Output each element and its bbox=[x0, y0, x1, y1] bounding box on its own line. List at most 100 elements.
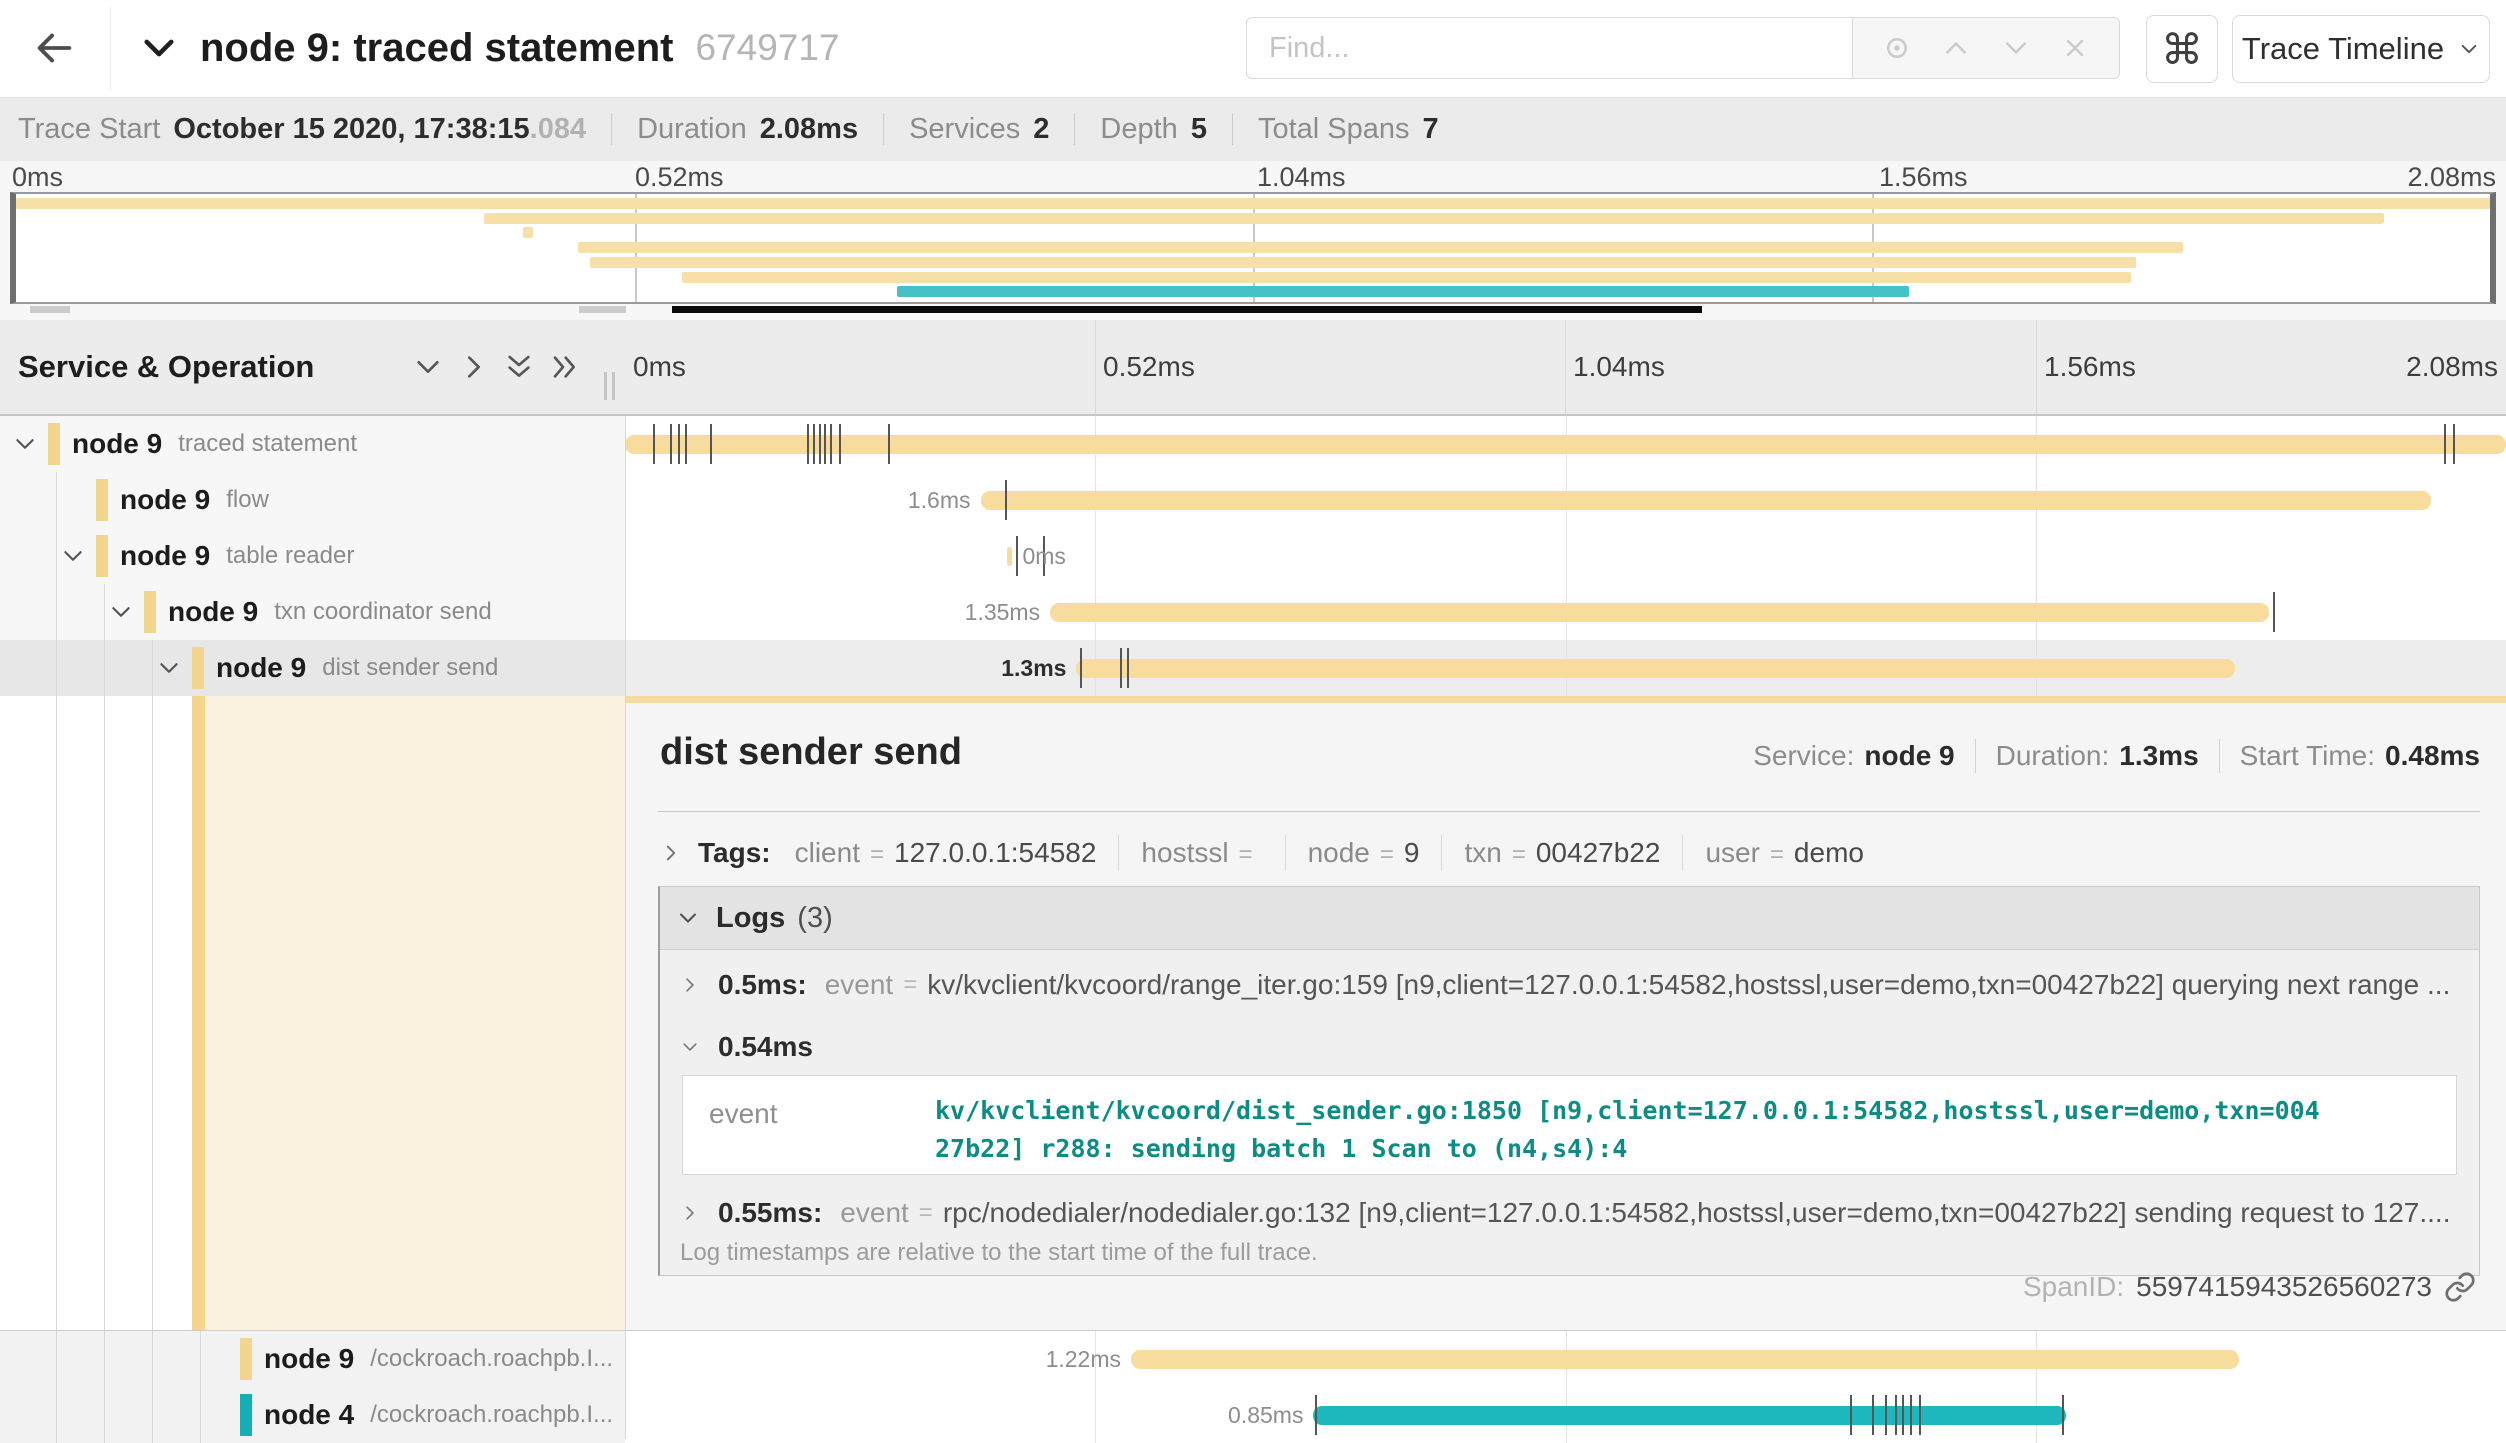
span-row[interactable]: node 9 dist sender send 1.3ms bbox=[0, 640, 2506, 696]
span-duration-bar[interactable] bbox=[1131, 1350, 2239, 1369]
locate-icon[interactable] bbox=[1882, 33, 1912, 63]
span-tree-cell[interactable]: node 9 traced statement bbox=[0, 416, 625, 472]
log-expand-chevron-icon[interactable] bbox=[680, 1203, 700, 1223]
minimap-span-bar bbox=[523, 227, 533, 238]
minimap-scrubber-stub[interactable] bbox=[30, 306, 70, 313]
span-tree-cell[interactable]: node 9 table reader bbox=[0, 528, 625, 584]
span-bar-cell[interactable] bbox=[625, 416, 2506, 472]
gridline bbox=[1095, 320, 1096, 414]
expand-one-icon[interactable] bbox=[458, 351, 490, 383]
log-marker-tick bbox=[807, 424, 809, 464]
keyboard-shortcuts-button[interactable]: ⌘ bbox=[2146, 15, 2218, 83]
indent-guide bbox=[56, 528, 57, 584]
back-button[interactable] bbox=[16, 14, 92, 82]
log-entry[interactable]: 0.55ms: event = rpc/nodedialer/nodediale… bbox=[680, 1187, 2459, 1239]
span-duration-label: 1.22ms bbox=[1046, 1331, 1121, 1387]
span-operation-name: /cockroach.roachpb.I... bbox=[370, 1345, 613, 1373]
span-row[interactable]: node 9 traced statement bbox=[0, 416, 2506, 472]
span-color-strip bbox=[192, 696, 205, 1330]
log-entry[interactable]: 0.5ms: event = kv/kvclient/kvcoord/range… bbox=[680, 959, 2459, 1011]
minimap-tick-label: 0.52ms bbox=[635, 162, 724, 193]
log-marker-tick bbox=[1919, 1395, 1921, 1435]
gridline bbox=[1095, 528, 1096, 584]
span-duration-bar[interactable] bbox=[625, 435, 2506, 454]
log-marker-tick bbox=[1315, 1395, 1317, 1435]
column-divider[interactable] bbox=[625, 320, 626, 1439]
log-expand-chevron-icon[interactable] bbox=[680, 975, 700, 995]
detail-highlight-column bbox=[205, 696, 625, 1330]
find-input[interactable] bbox=[1246, 17, 1897, 79]
span-bar-cell[interactable]: 0ms bbox=[625, 528, 2506, 584]
span-duration-bar[interactable] bbox=[981, 491, 2431, 510]
span-tree-cell[interactable]: node 9 flow bbox=[0, 472, 625, 528]
collapse-one-icon[interactable] bbox=[412, 351, 444, 383]
expand-all-icon[interactable] bbox=[549, 351, 581, 383]
span-id-value: 5597415943526560273 bbox=[2136, 1271, 2432, 1303]
log-marker-tick bbox=[1080, 648, 1082, 688]
span-tree-cell[interactable]: node 4 /cockroach.roachpb.I... bbox=[0, 1387, 625, 1443]
next-match-icon[interactable] bbox=[2001, 33, 2031, 63]
indent-guide bbox=[152, 640, 153, 696]
minimap-scrubber-stub[interactable] bbox=[579, 306, 627, 313]
span-color-strip bbox=[192, 647, 204, 689]
log-field-value: kv/kvclient/kvcoord/dist_sender.go:1850 … bbox=[935, 1076, 2331, 1174]
indent-guide bbox=[104, 696, 105, 1330]
span-row[interactable]: node 4 /cockroach.roachpb.I... 0.85ms bbox=[0, 1387, 2506, 1443]
span-tree-cell[interactable]: node 9 txn coordinator send bbox=[0, 584, 625, 640]
minimap-span-bar bbox=[590, 257, 2136, 268]
logs-header[interactable]: Logs (3) bbox=[660, 887, 2479, 950]
minimap-span-bar bbox=[578, 242, 2184, 253]
collapse-all-icon[interactable] bbox=[503, 351, 535, 383]
tags-row[interactable]: Tags: client=127.0.0.1:54582 hostssl= no… bbox=[660, 825, 1864, 881]
span-bar-cell[interactable]: 0.85ms bbox=[625, 1387, 2506, 1443]
span-row[interactable]: node 9 table reader 0ms bbox=[0, 528, 2506, 584]
column-resizer-grip[interactable] bbox=[604, 372, 615, 400]
clear-find-icon[interactable] bbox=[2060, 33, 2090, 63]
collapse-children-chevron-icon[interactable] bbox=[156, 655, 182, 681]
tags-expand-chevron-icon[interactable] bbox=[660, 842, 682, 864]
timeline-tick-label: 1.04ms bbox=[1573, 320, 1665, 414]
span-tree-cell[interactable]: node 9 dist sender send bbox=[0, 640, 625, 696]
span-service-name: node 9 bbox=[216, 652, 306, 684]
service-meta: Service:node 9 bbox=[1753, 740, 1954, 772]
logs-collapse-chevron-icon[interactable] bbox=[676, 906, 700, 930]
detail-left-gutter bbox=[0, 696, 625, 1330]
span-duration-bar[interactable] bbox=[1007, 547, 1013, 566]
trace-stat: Duration2.08ms bbox=[637, 113, 858, 146]
span-duration-bar[interactable] bbox=[1076, 659, 2235, 678]
minimap-span-bar bbox=[897, 286, 1909, 297]
collapse-trace-chevron-icon[interactable] bbox=[138, 27, 180, 69]
minimap-tick-label: 0ms bbox=[12, 162, 63, 193]
span-row[interactable]: node 9 flow 1.6ms bbox=[0, 472, 2506, 528]
duration-meta: Duration:1.3ms bbox=[1996, 740, 2199, 772]
trace-view-selector[interactable]: Trace Timeline bbox=[2232, 15, 2490, 83]
log-marker-tick bbox=[2062, 1395, 2064, 1435]
span-row[interactable]: node 9 txn coordinator send 1.35ms bbox=[0, 584, 2506, 640]
prev-match-icon[interactable] bbox=[1941, 33, 1971, 63]
indent-guide bbox=[56, 1331, 57, 1387]
collapse-children-chevron-icon[interactable] bbox=[12, 431, 38, 457]
arrow-left-icon bbox=[31, 25, 77, 71]
collapse-children-chevron-icon[interactable] bbox=[108, 599, 134, 625]
trace-title-group[interactable]: node 9: traced statement 6749717 bbox=[138, 0, 840, 96]
copy-link-icon[interactable] bbox=[2444, 1271, 2476, 1303]
span-bar-cell[interactable]: 1.3ms bbox=[625, 640, 2506, 696]
span-service-name: node 9 bbox=[120, 484, 210, 516]
span-tree-cell[interactable]: node 9 /cockroach.roachpb.I... bbox=[0, 1331, 625, 1387]
collapse-children-chevron-icon[interactable] bbox=[60, 543, 86, 569]
span-bar-cell[interactable]: 1.22ms bbox=[625, 1331, 2506, 1387]
log-collapse-chevron-icon[interactable] bbox=[680, 1037, 700, 1057]
span-duration-bar[interactable] bbox=[1313, 1406, 2065, 1425]
minimap-scrollbar[interactable] bbox=[672, 306, 1702, 313]
minimap-canvas[interactable] bbox=[10, 192, 2496, 304]
span-row[interactable]: node 9 /cockroach.roachpb.I... 1.22ms bbox=[0, 1331, 2506, 1387]
span-bar-cell[interactable]: 1.35ms bbox=[625, 584, 2506, 640]
log-entry-expanded-header[interactable]: 0.54ms bbox=[680, 1025, 2459, 1069]
logs-title: Logs bbox=[716, 902, 785, 935]
span-bar-cell[interactable]: 1.6ms bbox=[625, 472, 2506, 528]
minimap-tick-label: 1.56ms bbox=[1879, 162, 1968, 193]
span-duration-bar[interactable] bbox=[1050, 603, 2269, 622]
gridline bbox=[1566, 528, 1567, 584]
log-marker-tick bbox=[1850, 1395, 1852, 1435]
log-marker-tick bbox=[1902, 1395, 1904, 1435]
